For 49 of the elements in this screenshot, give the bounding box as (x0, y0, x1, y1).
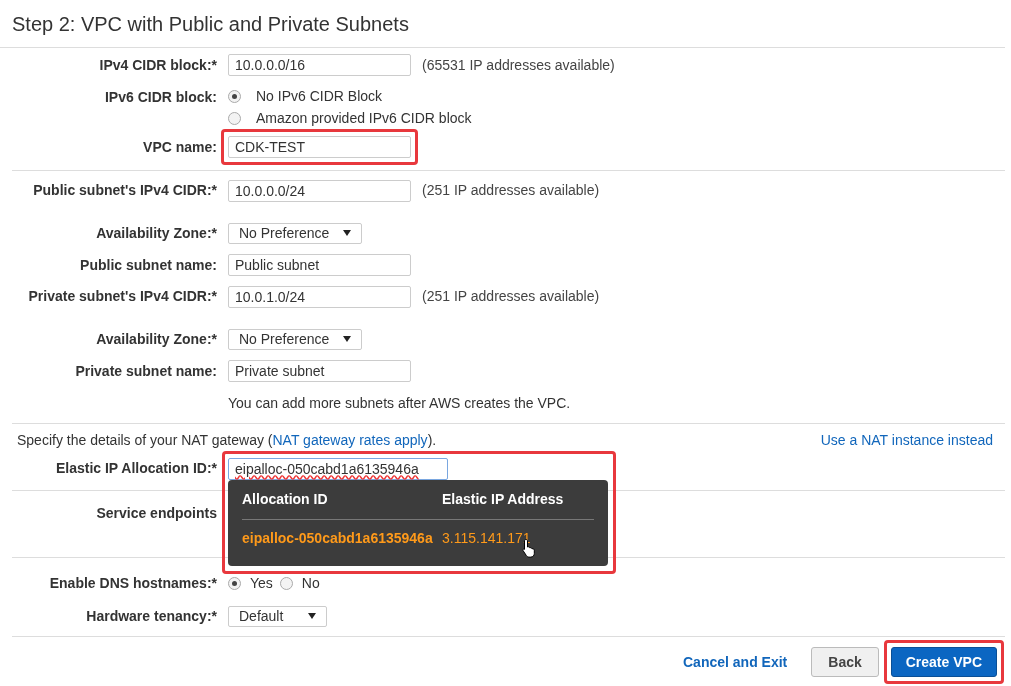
popup-column-header: Elastic IP Address (442, 490, 564, 509)
text-input[interactable]: 10.0.0.0/24 (228, 180, 411, 202)
text-input[interactable]: CDK-TEST (228, 136, 411, 158)
radio-button[interactable] (228, 576, 241, 590)
field-label: Hardware tenancy:* (86, 606, 217, 626)
caret-icon (343, 336, 351, 342)
field-label: Private subnet's IPv4 CIDR:* (28, 287, 217, 306)
radio-button[interactable] (228, 89, 241, 103)
field-label: Service endpoints (96, 504, 217, 523)
radio-label: No (301, 573, 320, 593)
field-label: Public subnet's IPv4 CIDR:* (33, 181, 217, 200)
text-input[interactable]: 10.0.0.0/16 (228, 54, 411, 76)
text-input[interactable]: Private subnet (228, 360, 411, 382)
address-count-note: (251 IP addresses available) (422, 181, 600, 200)
field-label: Public subnet name: (80, 255, 217, 275)
field-label: Availability Zone:* (96, 329, 217, 349)
dropdown-select[interactable]: No Preference (228, 328, 362, 350)
dropdown-select[interactable]: Default (228, 605, 327, 627)
address-count-note: (65531 IP addresses available) (422, 55, 615, 75)
caret-icon (343, 230, 351, 236)
rates-link[interactable]: NAT gateway rates apply (272, 431, 428, 448)
back-button[interactable]: Back (811, 647, 879, 677)
popup-column-header: Allocation ID (242, 490, 329, 509)
nat-gateway-description: Specify the details of your NAT gateway (NAT gateway rates apply). (17, 430, 437, 450)
suggestion-row[interactable]: eipalloc-050cabd1a6135946a 3.115.141.171 (242, 520, 594, 556)
radio-label: Yes (250, 573, 273, 593)
suggestion-value: eipalloc-050cabd1a6135946a (242, 528, 434, 548)
field-label: IPv4 CIDR block:* (99, 55, 217, 75)
page-title: Step 2: VPC with Public and Private Subnets (12, 12, 410, 37)
hint-text: You can add more subnets after AWS creates the VPC. (228, 393, 571, 413)
field-label: IPv6 CIDR block: (104, 88, 217, 107)
text-input[interactable]: 10.0.1.0/24 (228, 286, 411, 308)
address-count-note: (251 IP addresses available) (422, 287, 600, 306)
field-label: Enable DNS hostnames:* (49, 573, 217, 593)
radio-label: No IPv6 CIDR Block (256, 86, 383, 106)
text-input[interactable]: Public subnet (228, 254, 411, 276)
radio-button[interactable] (279, 576, 293, 590)
field-label: VPC name: (143, 137, 217, 157)
radio-button[interactable] (228, 111, 241, 125)
caret-icon (308, 613, 316, 619)
radio-label: Amazon provided IPv6 CIDR block (256, 108, 472, 128)
nat-instance-link[interactable]: Use a NAT instance instead (820, 429, 993, 451)
field-label: Availability Zone:* (96, 223, 217, 243)
suggestion-value: 3.115.141.171 (442, 528, 531, 548)
field-label: Private subnet name: (75, 361, 217, 381)
create-vpc-button[interactable]: Create VPC (890, 647, 997, 677)
dropdown-select[interactable]: No Preference (228, 222, 362, 244)
cancel-and-exit-link[interactable]: Cancel and Exit (683, 651, 788, 673)
field-label: Elastic IP Allocation ID:* (55, 459, 217, 478)
